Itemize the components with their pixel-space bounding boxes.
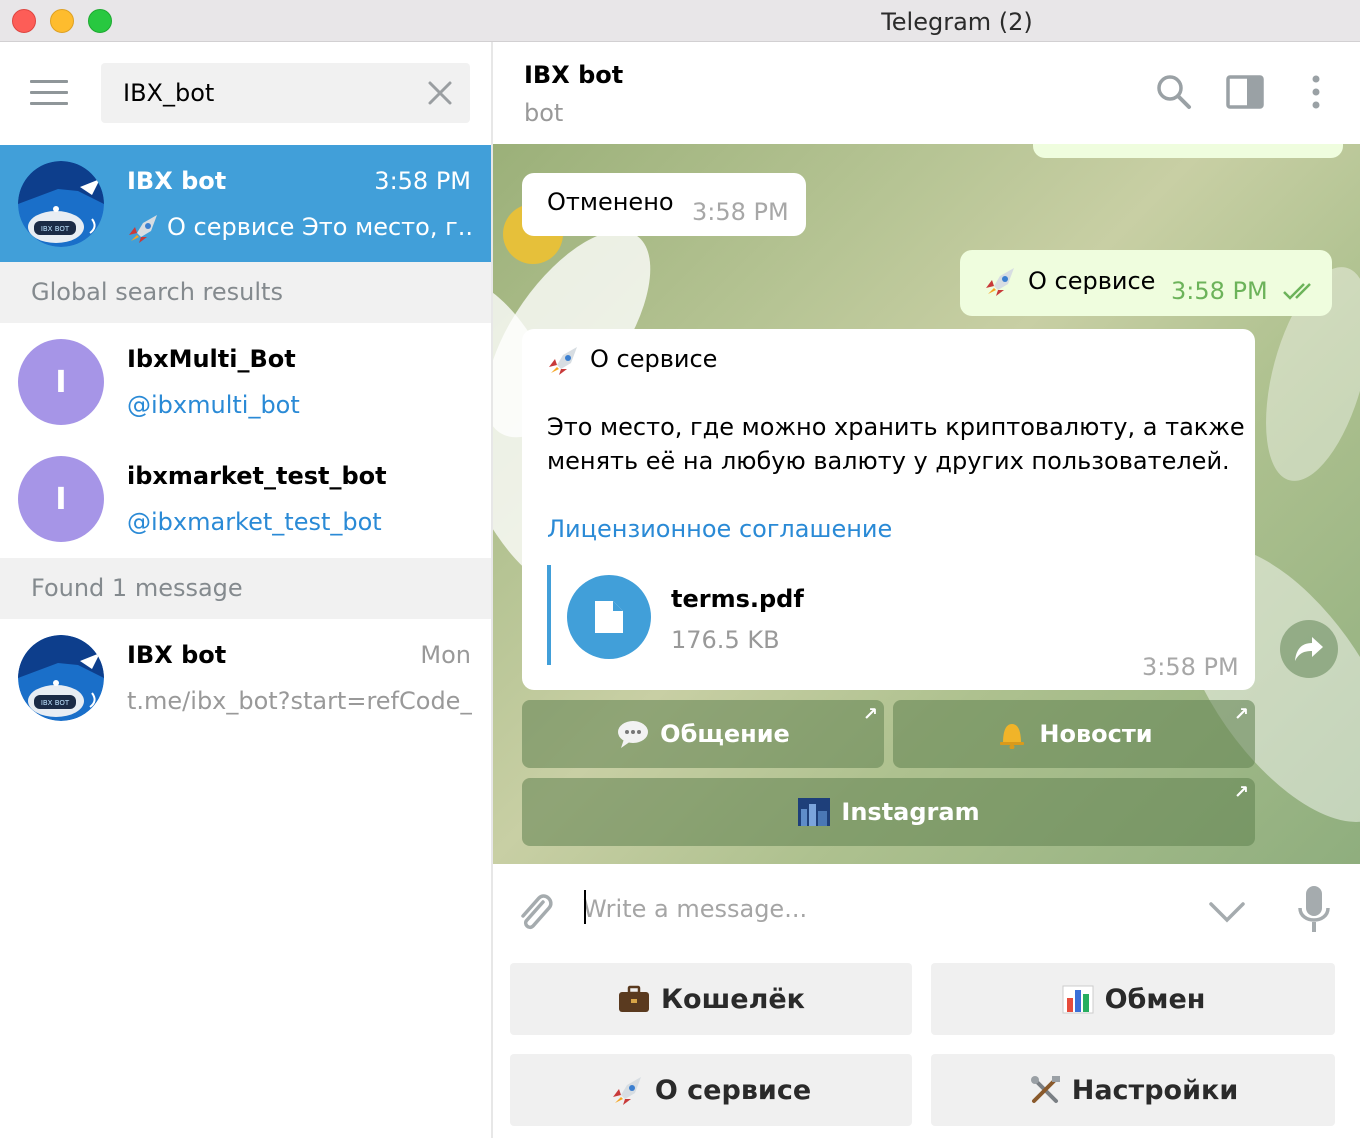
about-line-1: Это место, где можно хранить криптовалют…	[547, 413, 1245, 441]
keyboard-button-settings[interactable]: Настройки	[931, 1054, 1335, 1126]
file-name[interactable]: terms.pdf	[671, 585, 804, 613]
about-title: О сервисе	[590, 345, 718, 373]
license-link[interactable]: Лицензионное соглашение	[547, 515, 892, 543]
found-preview: t.me/ibx_bot?start=refCode_...	[127, 687, 472, 715]
inline-button-instagram[interactable]: Instagram ↗	[522, 778, 1255, 846]
briefcase-icon	[618, 985, 649, 1012]
result-name: IbxMulti_Bot	[127, 345, 296, 373]
message-bubble-partial	[1033, 144, 1343, 158]
title-bar: Telegram (2)	[0, 0, 1360, 42]
chat-list-panel: IBX BOT IBX bot 3:58 PM О сервисе Это ме…	[0, 42, 491, 1138]
double-check-icon	[1283, 283, 1311, 300]
message-time: 3:58 PM	[1171, 277, 1268, 305]
text-caret	[584, 890, 586, 924]
result-name: ibxmarket_test_bot	[127, 462, 387, 490]
message-text: Отменено	[547, 188, 674, 216]
keyboard-button-wallet[interactable]: Кошелёк	[510, 963, 912, 1035]
chevron-down-icon[interactable]	[1207, 894, 1247, 928]
speech-bubble-icon	[618, 721, 649, 748]
chat-name: IBX bot	[127, 167, 227, 195]
inline-button-label: Общение	[660, 720, 790, 748]
file-size: 176.5 KB	[671, 626, 780, 654]
bell-icon	[1000, 724, 1025, 749]
chat-preview-text: О сервисе Это место, г...	[167, 213, 472, 241]
rocket-icon	[986, 268, 1014, 296]
avatar-letter: I	[18, 456, 104, 542]
chat-status: bot	[524, 99, 564, 127]
file-icon	[595, 601, 623, 633]
chat-header: IBX bot bot	[493, 42, 1360, 144]
search-box	[101, 63, 470, 123]
avatar-letter: I	[18, 339, 104, 425]
message-text: О сервисе	[1028, 267, 1156, 295]
more-menu-icon[interactable]	[1296, 72, 1336, 112]
svg-text:IBX BOT: IBX BOT	[41, 225, 70, 233]
rocket-icon	[549, 347, 577, 375]
message-bubble-incoming[interactable]: Отменено 3:58 PM	[522, 173, 806, 236]
bar-chart-icon	[1062, 985, 1094, 1014]
found-time: Mon	[420, 641, 471, 669]
global-result-row[interactable]: I ibxmarket_test_bot @ibxmarket_test_bot	[0, 440, 491, 557]
keyboard-button-label: Обмен	[1104, 983, 1206, 1015]
compose-area: Кошелёк Обмен О сервисе Настройки	[493, 864, 1360, 1138]
share-arrow-icon	[1295, 637, 1323, 661]
found-name: IBX bot	[127, 641, 227, 669]
chat-preview: О сервисе Это место, г...	[127, 213, 472, 243]
paperclip-icon[interactable]	[513, 888, 555, 934]
keyboard-button-label: О сервисе	[654, 1074, 812, 1106]
external-link-icon: ↗	[1233, 782, 1249, 803]
robot-avatar-icon: IBX BOT	[18, 161, 104, 247]
inline-button-label: Новости	[1039, 720, 1153, 748]
result-username: @ibxmulti_bot	[127, 391, 300, 419]
rocket-icon	[612, 1077, 641, 1105]
city-night-icon	[798, 798, 831, 826]
rocket-icon	[129, 215, 157, 243]
inline-button-label: Instagram	[841, 798, 980, 826]
message-input[interactable]	[583, 888, 1183, 930]
keyboard-button-label: Кошелёк	[660, 983, 806, 1015]
microphone-icon[interactable]	[1297, 884, 1331, 934]
message-bubble-outgoing[interactable]: О сервисе 3:58 PM	[960, 250, 1332, 316]
message-bubble-about[interactable]: О сервисе Это место, где можно хранить к…	[522, 329, 1255, 690]
search-input[interactable]	[123, 77, 413, 109]
window-title: Telegram (2)	[881, 8, 1033, 36]
tools-icon	[1030, 1076, 1060, 1103]
message-time: 3:58 PM	[692, 198, 789, 226]
file-download-button[interactable]	[567, 575, 651, 659]
chat-time: 3:58 PM	[374, 167, 471, 195]
sidebar-toggle-icon[interactable]	[1225, 72, 1265, 112]
result-username: @ibxmarket_test_bot	[127, 508, 382, 536]
found-messages-header: Found 1 message	[0, 558, 491, 619]
chat-row-ibx-bot[interactable]: IBX BOT IBX bot 3:58 PM О сервисе Это ме…	[0, 145, 491, 262]
about-line-2: менять её на любую валюту у других польз…	[547, 447, 1230, 475]
keyboard-button-exchange[interactable]: Обмен	[931, 963, 1335, 1035]
found-message-row[interactable]: IBX BOT IBX bot Mon t.me/ibx_bot?start=r…	[0, 619, 491, 736]
svg-text:IBX BOT: IBX BOT	[41, 699, 70, 707]
attachment-bar	[547, 565, 551, 665]
global-result-row[interactable]: I IbxMulti_Bot @ibxmulti_bot	[0, 323, 491, 440]
inline-button-chat[interactable]: Общение ↗	[522, 700, 884, 768]
inline-button-news[interactable]: Новости ↗	[893, 700, 1255, 768]
hamburger-menu-icon[interactable]	[30, 80, 68, 106]
forward-button[interactable]	[1280, 620, 1338, 678]
keyboard-button-about[interactable]: О сервисе	[510, 1054, 912, 1126]
chat-title[interactable]: IBX bot	[524, 61, 623, 89]
message-time: 3:58 PM	[1142, 653, 1239, 681]
external-link-icon: ↗	[1233, 704, 1249, 725]
search-icon[interactable]	[1154, 72, 1194, 112]
keyboard-button-label: Настройки	[1071, 1074, 1239, 1106]
external-link-icon: ↗	[862, 704, 878, 725]
bot-avatar: IBX BOT	[18, 161, 104, 247]
global-search-header: Global search results	[0, 262, 491, 323]
bot-avatar: IBX BOT	[18, 635, 104, 721]
robot-avatar-icon: IBX BOT	[18, 635, 104, 721]
chat-history[interactable]: Отменено 3:58 PM О сервисе 3:58 PM О сер…	[493, 144, 1360, 864]
clear-search-icon[interactable]	[424, 77, 456, 109]
